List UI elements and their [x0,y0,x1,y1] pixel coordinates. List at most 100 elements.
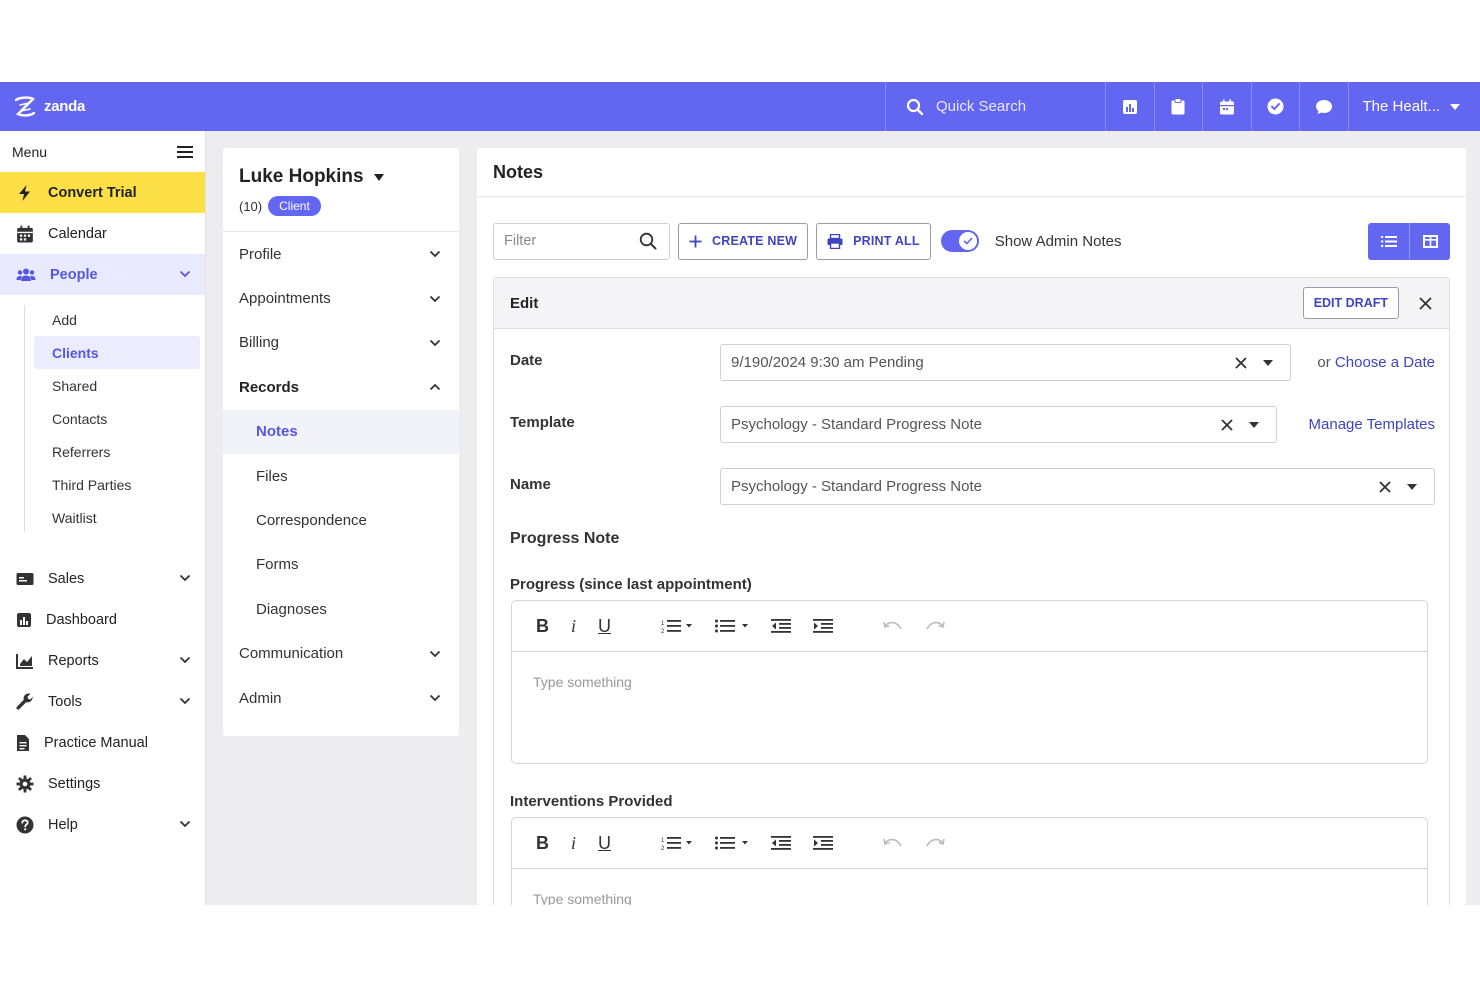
client-name-dropdown[interactable]: Luke Hopkins [239,166,443,188]
people-sub-shared[interactable]: Shared [34,369,200,402]
search-icon [906,98,924,115]
people-sub-waitlist[interactable]: Waitlist [34,501,200,534]
name-select[interactable]: Psychology - Standard Progress Note [720,468,1435,505]
clear-name-button[interactable] [1379,480,1391,493]
caret-down-icon [1450,103,1461,110]
redo-button[interactable] [925,831,945,855]
logo-text: zanda [44,98,86,115]
underline-button[interactable]: U [598,831,611,855]
sidebar-item-dashboard[interactable]: Dashboard [0,599,205,640]
tasks-done-shortcut-button[interactable] [1250,82,1300,131]
create-new-button[interactable]: CREATE NEW [678,222,809,260]
sidebar-item-help[interactable]: Help [0,804,205,845]
choose-date-link[interactable]: Choose a Date [1335,354,1435,371]
outdent-icon [771,836,792,850]
record-nav-admin[interactable]: Admin [223,676,459,720]
svg-text:1: 1 [661,838,665,844]
sidebar-item-tools[interactable]: Tools [0,681,205,722]
calendar-shortcut-button[interactable] [1202,82,1251,131]
edit-title: Edit [510,294,539,312]
record-sub-correspondence[interactable]: Correspondence [223,498,459,542]
record-nav-billing[interactable]: Billing [223,321,459,365]
outdent-button[interactable] [771,614,792,638]
document-icon [17,734,29,751]
template-select[interactable]: Psychology - Standard Progress Note [720,406,1277,443]
sidebar-item-people[interactable]: People [0,254,205,295]
chevron-down-icon [429,650,441,657]
italic-button[interactable]: i [571,831,576,855]
sidebar-item-label: Sales [48,570,85,587]
list-view-button[interactable] [1368,222,1409,260]
clear-template-button[interactable] [1221,418,1233,431]
view-switcher [1368,222,1450,260]
people-sub-referrers[interactable]: Referrers [34,435,200,468]
show-admin-notes-toggle[interactable] [940,230,979,252]
zanda-logo-icon [14,95,36,117]
people-sub-third-parties[interactable]: Third Parties [34,468,200,501]
indent-button[interactable] [813,614,834,638]
dashboard-icon [17,612,31,627]
clear-date-button[interactable] [1235,356,1247,369]
sidebar-item-reports[interactable]: Reports [0,640,205,681]
undo-button[interactable] [883,831,903,855]
bullet-list-icon [715,619,749,633]
sidebar-item-label: Convert Trial [48,184,137,201]
close-edit-button[interactable] [1417,295,1433,311]
record-nav-communication[interactable]: Communication [223,632,459,676]
people-sub-add[interactable]: Add [34,303,200,336]
italic-button[interactable]: i [571,614,576,638]
bold-button[interactable]: B [536,614,549,638]
edit-draft-button[interactable]: EDIT DRAFT [1302,287,1399,319]
filter-input[interactable]: Filter [493,222,670,260]
bold-button[interactable]: B [536,831,549,855]
hamburger-icon[interactable] [177,145,193,159]
client-header: Luke Hopkins (10) Client [223,148,459,232]
record-nav-records[interactable]: Records [223,365,459,409]
chevron-down-icon [429,251,441,258]
people-sub-clients[interactable]: Clients [34,336,200,369]
record-sub-notes[interactable]: Notes [223,409,459,454]
chevron-down-icon [179,574,191,582]
record-sub-forms[interactable]: Forms [223,543,459,587]
people-sub-contacts[interactable]: Contacts [34,402,200,435]
record-sub-diagnoses[interactable]: Diagnoses [223,587,459,631]
interventions-editor-body[interactable]: Type something [512,869,1427,905]
reports-icon [16,653,33,669]
check-circle-icon [1267,98,1284,115]
sidebar-item-label: Help [48,816,78,833]
bullet-list-button[interactable] [715,831,749,855]
close-icon [1379,480,1391,493]
sidebar-item-sales[interactable]: Sales [0,558,205,599]
ordered-list-button[interactable]: 12 [661,831,693,855]
search-icon [639,232,657,250]
manage-templates-link[interactable]: Manage Templates [1309,416,1435,433]
sidebar-item-calendar[interactable]: Calendar [0,213,205,254]
show-admin-notes-label: Show Admin Notes [994,232,1122,250]
outdent-button[interactable] [771,831,792,855]
account-switcher[interactable]: The Healt... [1347,82,1480,131]
indent-button[interactable] [813,831,834,855]
client-badge: Client [268,196,321,216]
sidebar-item-practice-manual[interactable]: Practice Manual [0,722,205,763]
record-nav-profile[interactable]: Profile [223,232,459,276]
sidebar-item-convert-trial[interactable]: Convert Trial [0,172,205,213]
print-all-button[interactable]: PRINT ALL [816,222,931,260]
ordered-list-button[interactable]: 12 [661,614,693,638]
choose-date-link-group: or Choose a Date [1317,354,1435,371]
date-select[interactable]: 9/190/2024 9:30 am Pending [720,344,1291,381]
record-nav-appointments[interactable]: Appointments [223,276,459,320]
reports-shortcut-button[interactable] [1105,82,1154,131]
record-sub-files[interactable]: Files [223,454,459,498]
logo[interactable]: zanda [0,82,885,131]
sidebar-item-settings[interactable]: Settings [0,763,205,804]
quick-search[interactable]: Quick Search [885,82,1105,131]
underline-button[interactable]: U [598,614,611,638]
bullet-list-button[interactable] [715,614,749,638]
redo-button[interactable] [925,614,945,638]
undo-button[interactable] [883,614,903,638]
tasks-shortcut-button[interactable] [1153,82,1203,131]
progress-editor-body[interactable]: Type something [512,652,1427,712]
filter-placeholder: Filter [504,233,537,249]
messages-shortcut-button[interactable] [1299,82,1348,131]
split-view-button[interactable] [1409,222,1450,260]
